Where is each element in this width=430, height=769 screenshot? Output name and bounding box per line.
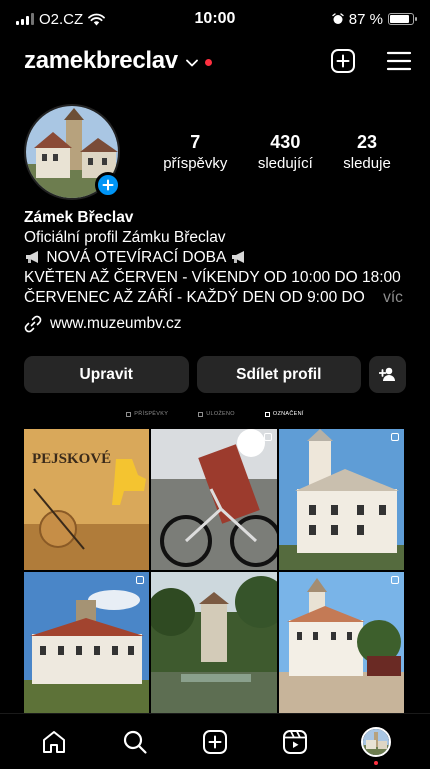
profile-avatar-small — [360, 726, 391, 757]
bio-display-name: Zámek Břeclav — [24, 209, 134, 226]
reel-badge-icon — [391, 576, 399, 584]
profile-tabs: PŘÍSPĚVKY ULOŽENO OZNAČENÍ — [0, 411, 430, 417]
nav-profile[interactable] — [356, 722, 396, 765]
notification-dot — [204, 58, 212, 66]
post-thumbnail[interactable] — [24, 572, 150, 713]
nav-reels[interactable] — [275, 722, 315, 762]
stat-value: 23 — [357, 132, 378, 152]
add-user-icon — [378, 367, 395, 381]
link-icon — [24, 315, 42, 333]
stat-posts[interactable]: 7 příspěvky — [163, 132, 227, 172]
post-thumbnail[interactable] — [278, 572, 404, 713]
tab-posts[interactable]: PŘÍSPĚVKY — [126, 411, 168, 417]
username-title[interactable]: zamekbreclav — [24, 47, 178, 75]
status-bar: O2.CZ 10:00 87 % — [0, 0, 430, 38]
status-right: 87 % — [274, 10, 417, 28]
tab-label: PŘÍSPĚVKY — [134, 411, 169, 417]
bio-announcement: NOVÁ OTEVÍRACÍ DOBA — [46, 249, 226, 266]
edit-profile-button[interactable]: Upravit — [24, 356, 189, 393]
alarm-icon — [332, 13, 344, 24]
chevron-down-icon[interactable] — [185, 59, 198, 67]
bio-line-4: ČERVENEC AŽ ZÁŘÍ - KAŽDÝ DEN OD 9:00 DO … — [24, 288, 406, 308]
profile-avatar-wrapper[interactable] — [24, 104, 121, 200]
stat-label: sleduje — [343, 155, 391, 172]
stat-label: příspěvky — [163, 155, 228, 172]
create-post-icon[interactable] — [330, 48, 356, 74]
profile-stats: 7 příspěvky 430 sledující 23 sleduje — [148, 132, 406, 172]
bio-line-1: Oficiální profil Zámku Břeclav — [24, 229, 226, 246]
tab-label: ULOŽENO — [206, 411, 235, 417]
profile-header: zamekbreclav — [24, 42, 412, 80]
nav-home[interactable] — [34, 722, 74, 762]
tag-icon — [264, 411, 270, 417]
signal-icon — [16, 13, 34, 25]
add-story-button[interactable] — [95, 172, 121, 198]
bio-more-link[interactable]: víc — [383, 289, 403, 306]
stat-value: 430 — [270, 132, 301, 152]
post-thumbnail-text: PEJSKOVÉ — [32, 450, 111, 467]
bookmark-icon — [198, 411, 204, 417]
bio-website-row[interactable]: www.muzeumbv.cz — [24, 314, 406, 334]
menu-icon[interactable] — [386, 50, 412, 72]
notification-dot — [373, 760, 378, 765]
post-thumbnail[interactable]: PEJSKOVÉ — [24, 429, 150, 570]
wifi-icon — [88, 13, 106, 25]
post-thumbnail[interactable] — [278, 429, 404, 570]
post-grid: PEJSKOVÉ — [24, 429, 404, 713]
tab-saved[interactable]: ULOŽENO — [198, 411, 235, 417]
reel-badge-icon — [263, 433, 272, 441]
reel-badge-icon — [136, 576, 145, 584]
reels-icon — [283, 729, 308, 754]
reel-badge-icon — [391, 433, 399, 441]
tab-tagged[interactable]: OZNAČENÍ — [264, 411, 304, 417]
stat-value: 7 — [190, 132, 201, 152]
post-thumbnail[interactable] — [151, 429, 277, 570]
share-profile-button[interactable]: Sdílet profil — [196, 356, 361, 393]
battery-level-fill — [390, 15, 410, 23]
grid-icon — [126, 411, 132, 417]
battery-percent: 87 % — [348, 10, 383, 28]
header-actions — [330, 48, 412, 74]
nav-create[interactable] — [195, 722, 235, 762]
profile-summary: 7 příspěvky 430 sledující 23 sleduje — [24, 102, 406, 202]
status-left: O2.CZ — [16, 11, 156, 28]
post-thumbnail[interactable] — [151, 572, 277, 713]
tab-label: OZNAČENÍ — [272, 411, 304, 417]
stat-label: sledující — [257, 155, 313, 172]
search-icon — [123, 730, 147, 754]
battery-icon — [388, 13, 417, 25]
discover-people-button[interactable] — [369, 356, 406, 393]
bio-line-4-text: ČERVENEC AŽ ZÁŘÍ - KAŽDÝ DEN OD 9:00 DO — [24, 289, 365, 306]
profile-bio: Zámek Břeclav Oficiální profil Zámku Bře… — [24, 208, 406, 334]
megaphone-icon — [231, 251, 244, 263]
nav-search[interactable] — [115, 722, 155, 762]
stat-following[interactable]: 23 sleduje — [343, 132, 391, 172]
bottom-navigation — [0, 713, 430, 769]
plus-icon — [102, 179, 114, 191]
website-link[interactable]: www.muzeumbv.cz — [50, 314, 182, 334]
status-time: 10:00 — [194, 10, 236, 27]
home-icon — [43, 730, 66, 753]
megaphone-icon — [26, 251, 38, 263]
bio-line-2: NOVÁ OTEVÍRACÍ DOBA — [24, 248, 406, 268]
create-icon — [202, 729, 227, 754]
profile-action-buttons: Upravit Sdílet profil — [24, 356, 406, 393]
bio-line-3: KVĚTEN AŽ ČERVEN - VÍKENDY OD 10:00 DO 1… — [24, 269, 401, 286]
carrier-label: O2.CZ — [39, 10, 84, 28]
stat-followers[interactable]: 430 sledující — [258, 132, 313, 172]
